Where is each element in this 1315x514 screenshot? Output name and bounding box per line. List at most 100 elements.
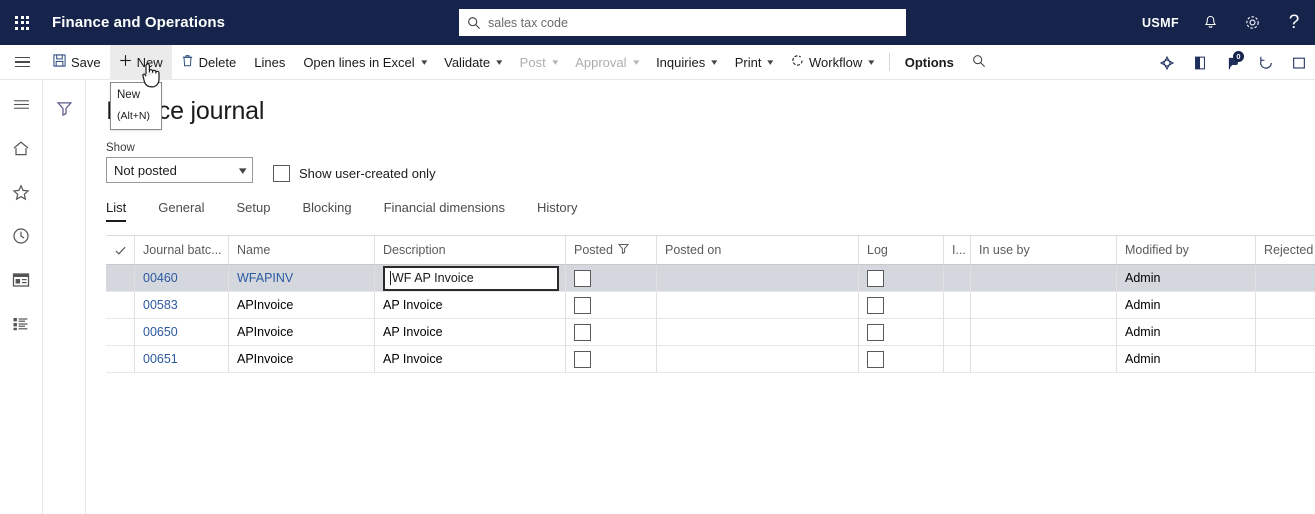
cell-name[interactable]: APInvoice: [229, 346, 375, 372]
cell-journal-batch[interactable]: 00460: [135, 265, 229, 291]
row-select-cell[interactable]: [106, 319, 135, 345]
show-user-created-only-checkbox[interactable]: [273, 165, 290, 182]
column-header-i[interactable]: I...: [944, 236, 971, 264]
cell-posted-on[interactable]: [657, 346, 859, 372]
cell-log[interactable]: [859, 265, 944, 291]
row-select-cell[interactable]: [106, 265, 135, 291]
cell-description[interactable]: AP Invoice: [375, 292, 566, 318]
delete-button[interactable]: Delete: [172, 45, 246, 80]
cell-rejected-by[interactable]: [1256, 292, 1315, 318]
tab-list[interactable]: List: [106, 200, 127, 222]
table-row[interactable]: 00650 APInvoice AP Invoice Admin: [106, 319, 1315, 346]
description-input[interactable]: WF AP Invoice: [383, 265, 559, 291]
column-header-modified-by[interactable]: Modified by: [1117, 236, 1256, 264]
table-row[interactable]: 00651 APInvoice AP Invoice Admin: [106, 346, 1315, 373]
print-button[interactable]: Print ▾: [726, 45, 782, 80]
cell-in-use-by[interactable]: [971, 292, 1117, 318]
workflow-button[interactable]: Workflow ▾: [782, 45, 883, 80]
cell-journal-batch[interactable]: 00651: [135, 346, 229, 372]
cell-posted-on[interactable]: [657, 265, 859, 291]
column-header-in-use-by[interactable]: In use by: [971, 236, 1117, 264]
posted-checkbox[interactable]: [574, 296, 591, 314]
cell-posted[interactable]: [566, 292, 657, 318]
cell-posted[interactable]: [566, 319, 657, 345]
column-header-posted-on[interactable]: Posted on: [657, 236, 859, 264]
action-search-button[interactable]: [963, 45, 995, 80]
cell-journal-batch[interactable]: 00650: [135, 319, 229, 345]
annotations-icon[interactable]: 0: [1216, 45, 1249, 80]
inquiries-button[interactable]: Inquiries ▾: [647, 45, 726, 80]
star-icon[interactable]: [6, 180, 36, 204]
cell-name[interactable]: APInvoice: [229, 319, 375, 345]
modules-icon[interactable]: [6, 312, 36, 336]
cell-i[interactable]: [944, 346, 971, 372]
nav-menu-icon[interactable]: [6, 92, 36, 116]
show-dropdown[interactable]: Not posted ▾: [106, 157, 253, 183]
cell-posted[interactable]: [566, 346, 657, 372]
cell-name[interactable]: APInvoice: [229, 292, 375, 318]
column-header-posted[interactable]: Posted: [566, 236, 657, 264]
cell-i[interactable]: [944, 319, 971, 345]
log-checkbox[interactable]: [867, 350, 884, 368]
log-checkbox[interactable]: [867, 269, 884, 287]
lines-button[interactable]: Lines: [245, 45, 294, 80]
posted-checkbox[interactable]: [574, 269, 591, 287]
cell-description[interactable]: AP Invoice: [375, 346, 566, 372]
column-header-journal-batch[interactable]: Journal batc... ↑: [135, 236, 229, 264]
column-header-select-all[interactable]: [106, 236, 135, 264]
clock-icon[interactable]: [6, 224, 36, 248]
cell-journal-batch[interactable]: 00583: [135, 292, 229, 318]
tab-financial-dimensions[interactable]: Financial dimensions: [384, 200, 505, 222]
attachments-icon[interactable]: [1183, 45, 1216, 80]
app-launcher-icon[interactable]: [0, 0, 44, 45]
cell-posted-on[interactable]: [657, 319, 859, 345]
tab-blocking[interactable]: Blocking: [302, 200, 351, 222]
cell-rejected-by[interactable]: [1256, 346, 1315, 372]
cell-i[interactable]: [944, 292, 971, 318]
cell-name[interactable]: WFAPINV: [229, 265, 375, 291]
global-search-input[interactable]: sales tax code: [459, 9, 906, 36]
bell-icon[interactable]: [1189, 0, 1231, 45]
hamburger-icon[interactable]: [0, 45, 44, 80]
home-icon[interactable]: [6, 136, 36, 160]
tab-general[interactable]: General: [158, 200, 204, 222]
posted-checkbox[interactable]: [574, 350, 591, 368]
refresh-icon[interactable]: [1249, 45, 1282, 80]
personalize-icon[interactable]: [1150, 45, 1183, 80]
posted-checkbox[interactable]: [574, 323, 591, 341]
cell-description[interactable]: AP Invoice: [375, 319, 566, 345]
workspace-icon[interactable]: [6, 268, 36, 292]
column-header-rejected-by[interactable]: Rejected by: [1256, 236, 1315, 264]
cell-in-use-by[interactable]: [971, 346, 1117, 372]
cell-log[interactable]: [859, 319, 944, 345]
cell-i[interactable]: [944, 265, 971, 291]
cell-log[interactable]: [859, 292, 944, 318]
cell-rejected-by[interactable]: [1256, 319, 1315, 345]
cell-modified-by[interactable]: Admin: [1117, 319, 1256, 345]
save-button[interactable]: Save: [44, 45, 110, 80]
log-checkbox[interactable]: [867, 323, 884, 341]
cell-posted-on[interactable]: [657, 292, 859, 318]
validate-button[interactable]: Validate ▾: [435, 45, 511, 80]
cell-in-use-by[interactable]: [971, 265, 1117, 291]
log-checkbox[interactable]: [867, 296, 884, 314]
table-row[interactable]: 00460 WFAPINV WF AP Invoice Admin: [106, 265, 1315, 292]
cell-in-use-by[interactable]: [971, 319, 1117, 345]
column-header-name[interactable]: Name: [229, 236, 375, 264]
column-header-description[interactable]: Description: [375, 236, 566, 264]
open-lines-in-excel-button[interactable]: Open lines in Excel ▾: [294, 45, 435, 80]
tab-setup[interactable]: Setup: [236, 200, 270, 222]
cell-description[interactable]: WF AP Invoice: [375, 265, 566, 291]
cell-modified-by[interactable]: Admin: [1117, 265, 1256, 291]
row-select-cell[interactable]: [106, 346, 135, 372]
tab-history[interactable]: History: [537, 200, 577, 222]
gear-icon[interactable]: [1231, 0, 1273, 45]
cell-modified-by[interactable]: Admin: [1117, 292, 1256, 318]
options-button[interactable]: Options: [896, 45, 963, 80]
new-button[interactable]: New: [109, 44, 172, 80]
company-selector[interactable]: USMF: [1132, 16, 1189, 30]
expand-icon[interactable]: [1282, 45, 1315, 80]
cell-rejected-by[interactable]: [1256, 265, 1315, 291]
column-header-log[interactable]: Log: [859, 236, 944, 264]
filter-icon[interactable]: [50, 96, 78, 120]
